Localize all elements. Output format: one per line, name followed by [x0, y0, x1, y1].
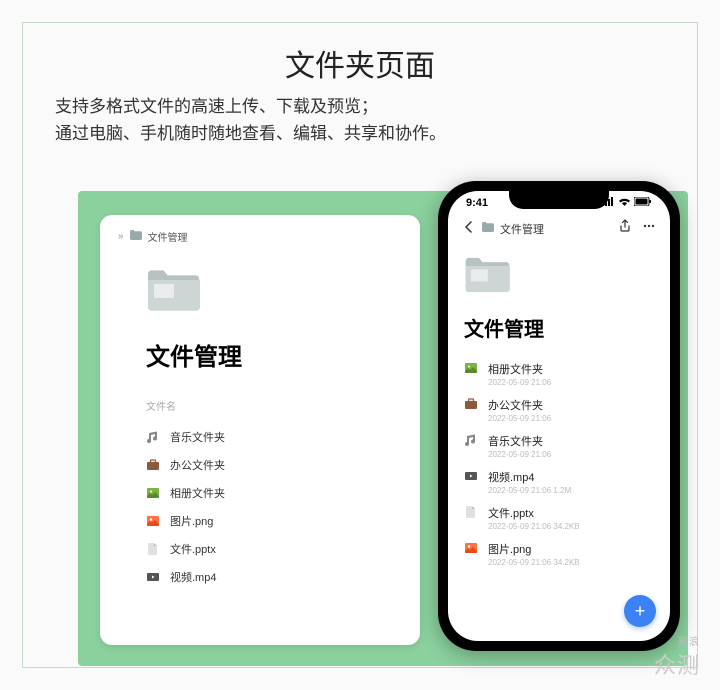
music-icon [146, 430, 160, 444]
file-name: 图片.png [170, 513, 213, 529]
file-row[interactable]: 图片.png [118, 507, 402, 535]
briefcase-icon [464, 397, 478, 411]
image-icon [464, 541, 478, 555]
file-meta: 2022-05-09 21:06 [488, 414, 551, 423]
watermark: 新浪 众测 [654, 633, 700, 680]
file-icon [464, 505, 478, 519]
file-meta: 2022-05-09 21:06 34.2KB [488, 558, 580, 567]
file-name: 相册文件夹 [170, 485, 225, 501]
file-row[interactable]: 办公文件夹2022-05-09 21:06 [464, 392, 654, 428]
folder-large-icon [464, 256, 626, 299]
file-name: 视频.mp4 [170, 569, 216, 585]
share-icon[interactable] [618, 219, 632, 238]
file-row[interactable]: 音乐文件夹 [118, 423, 402, 451]
image-icon [146, 514, 160, 528]
file-row[interactable]: 视频.mp42022-05-09 21:06 1.2M [464, 464, 654, 500]
file-name: 办公文件夹 [488, 397, 551, 413]
file-meta: 2022-05-09 21:06 [488, 378, 551, 387]
chevron-icon: » [118, 231, 124, 242]
file-meta: 2022-05-09 21:06 1.2M [488, 486, 571, 495]
phone-breadcrumb[interactable]: 文件管理 [500, 221, 544, 237]
add-button[interactable]: + [624, 595, 656, 627]
phone-screen: 9:41 文件管理 [448, 191, 670, 641]
file-row[interactable]: 相册文件夹2022-05-09 21:06 [464, 356, 654, 392]
document-frame: 文件夹页面 支持多格式文件的高速上传、下载及预览； 通过电脑、手机随时随地查看、… [22, 22, 698, 668]
file-row[interactable]: 音乐文件夹2022-05-09 21:06 [464, 428, 654, 464]
phone-file-list: 相册文件夹2022-05-09 21:06办公文件夹2022-05-09 21:… [464, 356, 654, 572]
column-header-name: 文件名 [146, 398, 402, 413]
music-icon [464, 433, 478, 447]
file-row[interactable]: 相册文件夹 [118, 479, 402, 507]
file-name: 文件.pptx [170, 541, 216, 557]
page-title: 文件夹页面 [23, 23, 697, 93]
file-row[interactable]: 图片.png2022-05-09 21:06 34.2KB [464, 536, 654, 572]
video-icon [464, 469, 478, 483]
more-icon[interactable] [642, 219, 656, 238]
folder-small-icon [130, 230, 142, 243]
gallery-icon [146, 486, 160, 500]
file-name: 办公文件夹 [170, 457, 225, 473]
file-name: 图片.png [488, 541, 580, 557]
folder-large-icon [146, 268, 402, 319]
file-name: 文件.pptx [488, 505, 580, 521]
file-name: 视频.mp4 [488, 469, 571, 485]
phone-heading: 文件管理 [464, 313, 654, 342]
battery-icon [634, 197, 652, 209]
desktop-heading: 文件管理 [146, 337, 402, 372]
file-meta: 2022-05-09 21:06 [488, 450, 551, 459]
phone-body: 文件管理 相册文件夹2022-05-09 21:06办公文件夹2022-05-0… [448, 242, 670, 578]
video-icon [146, 570, 160, 584]
phone-header: 文件管理 [448, 209, 670, 242]
mockup-stage: » 文件管理 文件管理 文件名 音乐文件夹办公文件夹相册文件夹图片.png文件.… [78, 191, 688, 666]
wifi-icon [618, 197, 631, 209]
page-subtitle: 支持多格式文件的高速上传、下载及预览； 通过电脑、手机随时随地查看、编辑、共享和… [23, 93, 697, 159]
file-row[interactable]: 文件.pptx [118, 535, 402, 563]
file-name: 音乐文件夹 [488, 433, 551, 449]
status-time: 9:41 [466, 197, 488, 209]
desktop-file-list: 音乐文件夹办公文件夹相册文件夹图片.png 文件.pptx 视频.mp4 [118, 423, 402, 591]
file-meta: 2022-05-09 21:06 34.2KB [488, 522, 580, 531]
gallery-icon [464, 361, 478, 375]
file-row[interactable]: 文件.pptx2022-05-09 21:06 34.2KB [464, 500, 654, 536]
breadcrumb-label: 文件管理 [148, 229, 188, 244]
phone-notch [509, 191, 609, 209]
file-name: 相册文件夹 [488, 361, 551, 377]
back-icon[interactable] [462, 220, 476, 237]
phone-frame: 9:41 文件管理 [438, 181, 680, 651]
file-row[interactable]: 办公文件夹 [118, 451, 402, 479]
file-row[interactable]: 视频.mp4 [118, 563, 402, 591]
desktop-panel: » 文件管理 文件管理 文件名 音乐文件夹办公文件夹相册文件夹图片.png 文件.… [100, 215, 420, 645]
folder-small-icon [482, 222, 494, 235]
briefcase-icon [146, 458, 160, 472]
file-icon [146, 542, 160, 556]
file-name: 音乐文件夹 [170, 429, 225, 445]
breadcrumb[interactable]: » 文件管理 [118, 229, 402, 244]
